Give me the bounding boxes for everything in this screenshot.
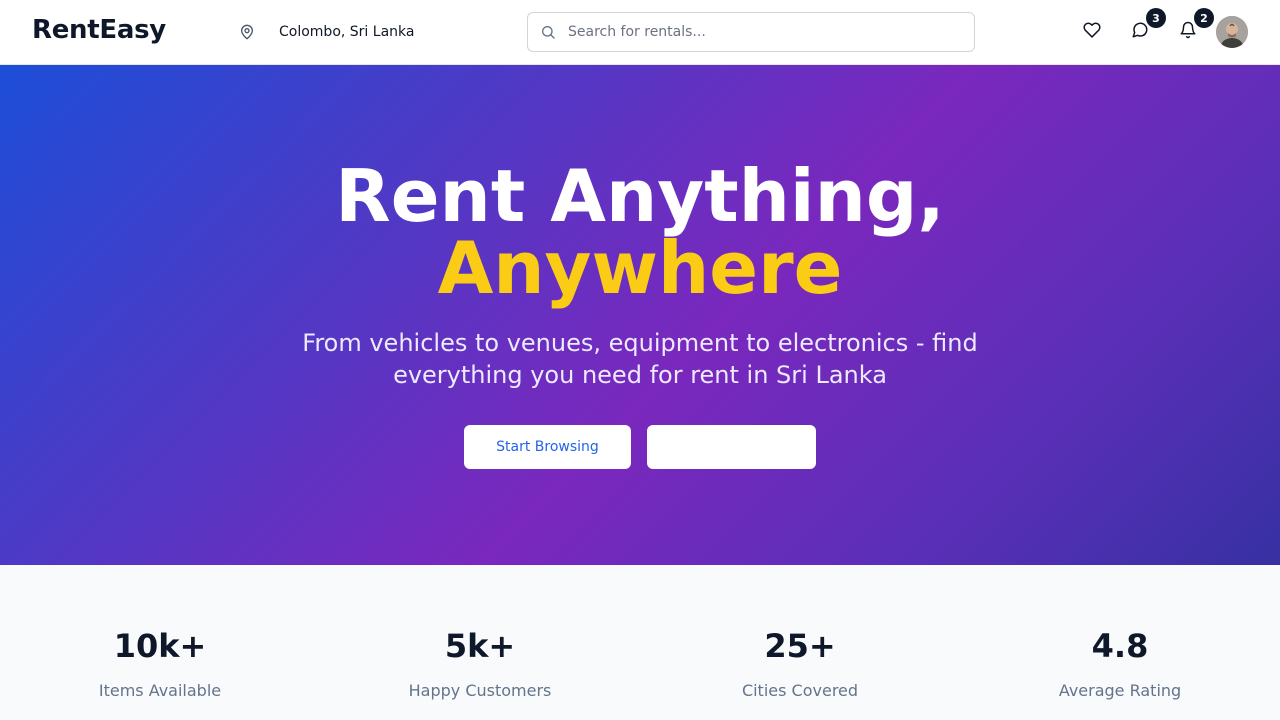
user-avatar[interactable]	[1216, 16, 1248, 48]
messages-count-badge: 3	[1146, 8, 1166, 28]
stat-label: Items Available	[98, 681, 222, 700]
stat-value: 10k+	[113, 627, 207, 665]
stat-average-rating: 4.8 Average Rating	[960, 627, 1280, 701]
notifications-count-badge: 2	[1194, 8, 1214, 28]
stat-happy-customers: 5k+ Happy Customers	[320, 627, 640, 701]
start-browsing-button[interactable]: Start Browsing	[464, 425, 631, 469]
heart-icon	[1083, 21, 1101, 43]
top-navbar: RentEasy Colombo, Sri Lanka Search for r…	[0, 0, 1280, 65]
hero-subtitle: From vehicles to venues, equipment to el…	[302, 329, 978, 389]
hero-title: Rent Anything, Anywhere	[0, 160, 1280, 304]
stat-value: 25+	[764, 627, 836, 665]
map-pin-icon	[232, 18, 262, 46]
stat-label: Cities Covered	[741, 681, 859, 700]
search-bar	[527, 12, 975, 52]
location-selector[interactable]: Colombo, Sri Lanka	[232, 18, 414, 46]
stat-cities-covered: 25+ Cities Covered	[640, 627, 960, 701]
search-icon	[528, 13, 568, 51]
stat-value: 4.8	[1091, 627, 1149, 665]
hero-title-accent: Anywhere	[437, 226, 843, 310]
stat-label: Average Rating	[1058, 681, 1182, 700]
stat-value: 5k+	[444, 627, 516, 665]
stats-section: 10k+ Items Available 5k+ Happy Customers…	[0, 565, 1280, 720]
hero-section: Rent Anything, Anywhere From vehicles to…	[0, 65, 1280, 565]
search-input[interactable]	[568, 14, 974, 50]
stat-items-available: 10k+ Items Available	[0, 627, 320, 701]
secondary-cta-button[interactable]	[647, 425, 816, 469]
message-circle-icon	[1131, 21, 1149, 43]
location-label: Colombo, Sri Lanka	[279, 24, 415, 40]
notifications-button[interactable]: 2	[1172, 8, 1214, 48]
bell-icon	[1179, 21, 1197, 43]
stat-label: Happy Customers	[408, 681, 552, 700]
messages-button[interactable]: 3	[1124, 8, 1166, 48]
favorites-button[interactable]	[1076, 16, 1108, 48]
logo[interactable]: RentEasy	[32, 15, 166, 45]
